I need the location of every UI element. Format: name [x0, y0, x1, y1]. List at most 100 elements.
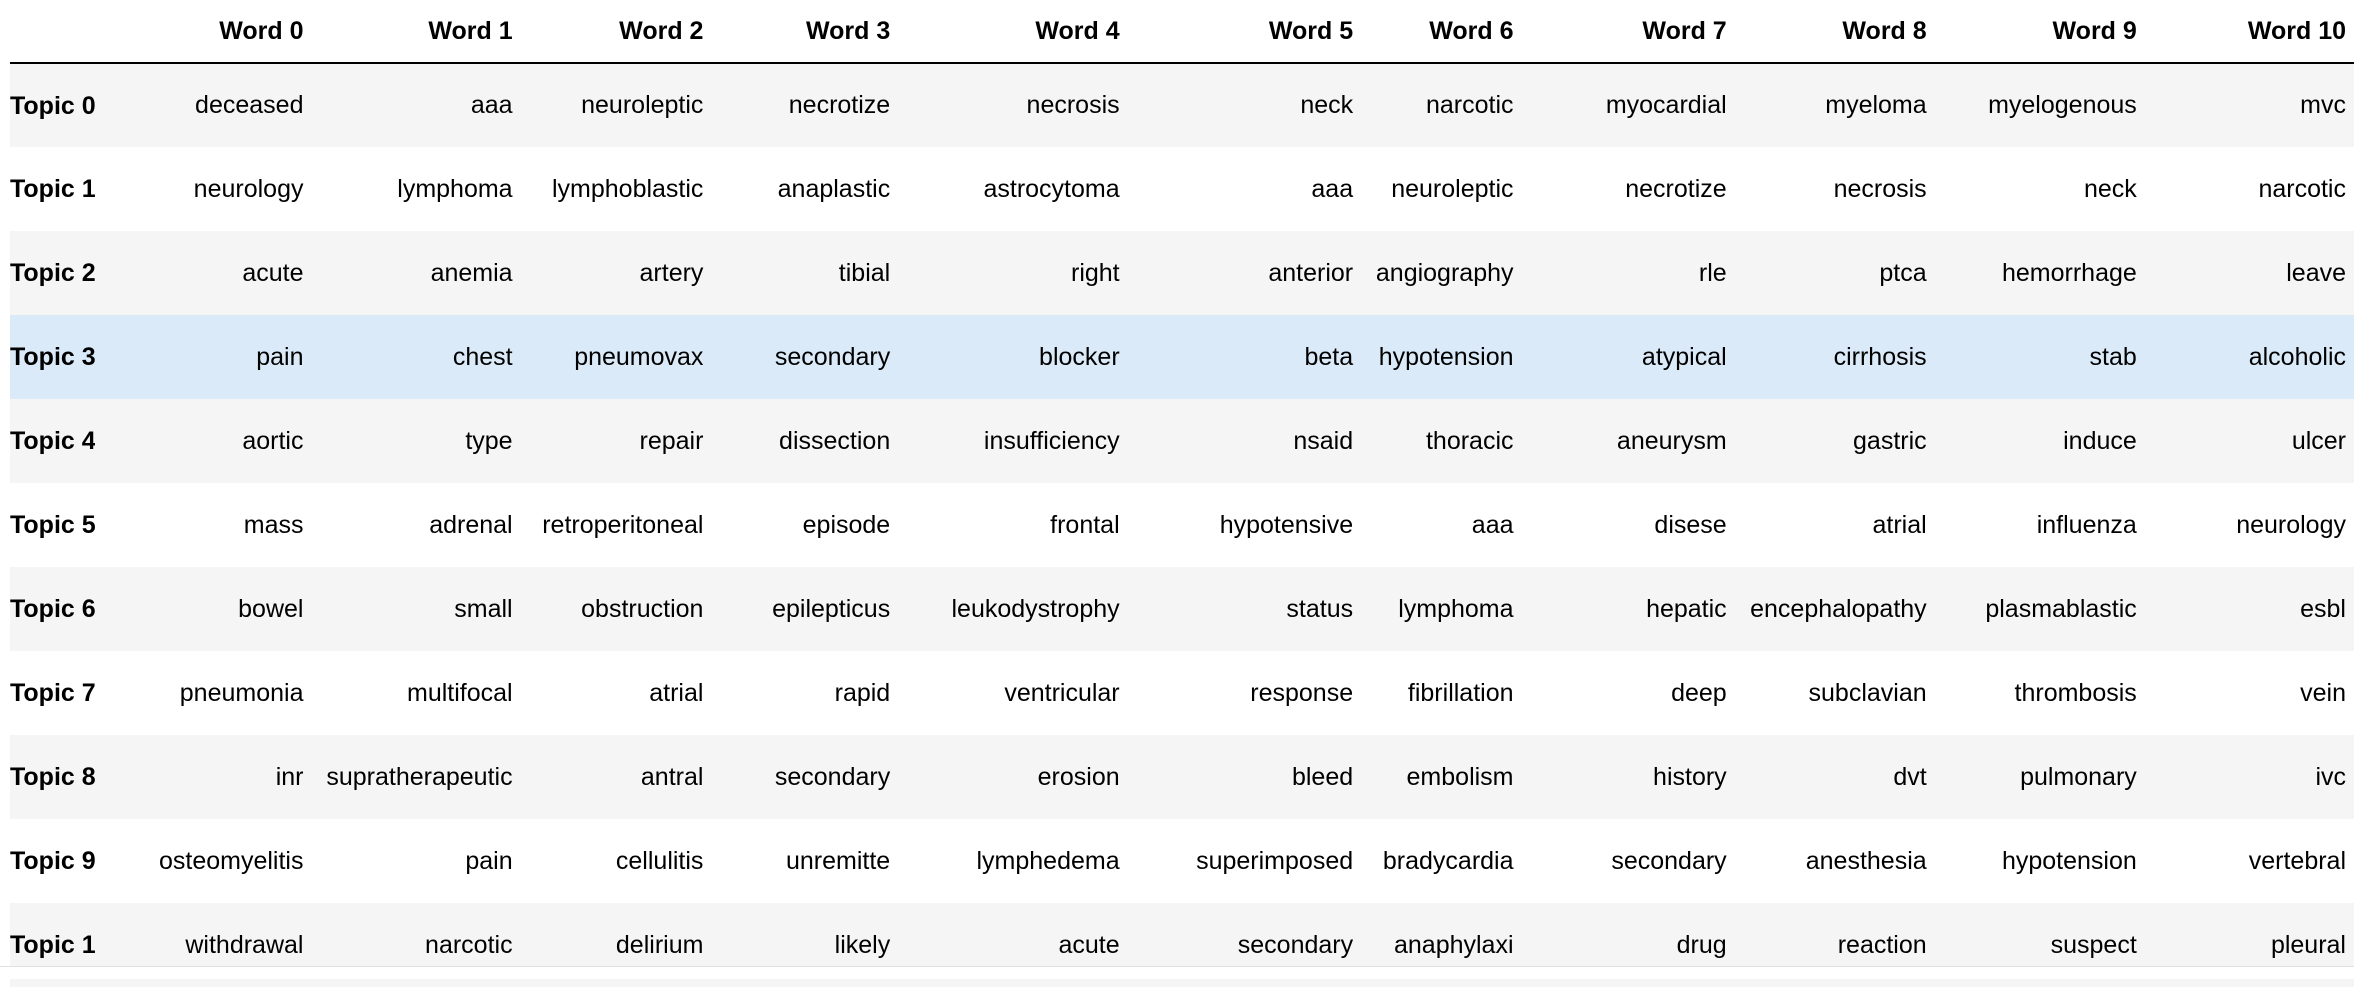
table-cell: necrotize	[1625, 174, 1727, 203]
table-cell: episode	[802, 510, 891, 539]
table-cell: embolism	[1406, 762, 1514, 791]
table-cell: hypotensive	[1219, 510, 1354, 539]
table-row: Topic 0 deceased aaa neuroleptic necrotize ne…	[10, 63, 2354, 147]
column-header-word-1: Word 1	[311, 0, 521, 64]
table-cell: induce	[2063, 426, 2137, 455]
table-cell: anemia	[430, 258, 513, 287]
table-cell: neurology	[2236, 510, 2346, 539]
table-cell: gastric	[1853, 426, 1927, 455]
table-cell: blocker	[1039, 342, 1120, 371]
table-row: Topic 9 osteomyelitis pain cellulitis unremi…	[10, 819, 2354, 903]
table-cell: ulcer	[2291, 426, 2346, 455]
table-cell: necrosis	[1833, 174, 1927, 203]
table-cell: stab	[2089, 342, 2137, 371]
topic-words-table: Word 0 Word 1 Word 2 Word 3 Word 4 Word 5 Word…	[10, 0, 2354, 987]
table-cell: disese	[1654, 510, 1727, 539]
table-cell: secondary	[1611, 846, 1727, 875]
row-header-topic: Topic 0	[10, 91, 96, 120]
column-header-word-7: Word 7	[1521, 0, 1735, 64]
table-cell: narcotic	[1425, 91, 1514, 119]
table-cell: unremitte	[786, 846, 891, 875]
table-cell: secondary	[774, 342, 891, 371]
table-cell: pain	[256, 342, 304, 371]
table-cell: pneumonia	[179, 678, 304, 707]
table-cell: hypotension	[2001, 846, 2137, 875]
table-cell: atypical	[1641, 342, 1727, 371]
column-header-word-9: Word 9	[1934, 0, 2145, 64]
table-cell: obstruction	[581, 594, 704, 623]
table-row: Topic 8 inr supratherapeutic antral secondar…	[10, 735, 2354, 819]
table-row: Topic 4 aortic type repair dissection insuffi…	[10, 399, 2354, 483]
table-cell: neuroleptic	[581, 91, 704, 119]
table-cell: atrial	[1872, 510, 1927, 539]
table-cell: pneumovax	[574, 342, 704, 371]
table-cell: insufficiency	[983, 426, 1120, 455]
table-cell: lymphoblastic	[551, 174, 704, 203]
table-cell: narcotic	[2258, 174, 2346, 203]
table-cell: inr	[275, 762, 304, 791]
table-cell: fibrillation	[1407, 678, 1514, 707]
row-header-topic: Topic 6	[10, 595, 96, 623]
table-cell: adrenal	[429, 510, 513, 539]
table-cell: dvt	[1893, 762, 1927, 791]
header-row: Word 0 Word 1 Word 2 Word 3 Word 4 Word 5 Word…	[10, 0, 2354, 64]
table-cell: thoracic	[1425, 426, 1514, 455]
table-cell: vein	[2300, 678, 2346, 707]
table-cell: angiography	[1375, 258, 1514, 287]
table-cell: frontal	[1050, 510, 1120, 539]
row-header-topic: Topic 8	[10, 763, 96, 791]
table-cell: neck	[2083, 174, 2137, 203]
table-cell: multifocal	[407, 678, 513, 707]
table-cell: cellulitis	[615, 846, 704, 875]
row-header-topic: Topic 4	[10, 427, 96, 455]
row-header-topic: Topic 2	[10, 259, 96, 287]
table-cell: anaplastic	[777, 174, 891, 203]
table-row: Topic 6 bowel small obstruction epilepticus l…	[10, 567, 2354, 651]
table-cell: beta	[1304, 342, 1354, 371]
row-header-topic: Topic 1	[10, 175, 96, 203]
table-cell: superimposed	[1196, 846, 1354, 875]
table-cell: astrocytoma	[983, 174, 1120, 203]
table-cell: myeloma	[1825, 91, 1927, 119]
table-cell: bowel	[238, 594, 304, 623]
table-cell: mvc	[2300, 91, 2346, 119]
column-header-word-0: Word 0	[95, 0, 312, 64]
table-cell: repair	[639, 426, 704, 455]
table-cell: aneurysm	[1616, 426, 1727, 455]
column-header-word-2: Word 2	[520, 0, 712, 64]
table-row: Topic 3 pain chest pneumovax secondary blocke…	[10, 315, 2354, 399]
table-cell: erosion	[1037, 762, 1120, 791]
table-cell: necrosis	[1026, 91, 1120, 119]
table-cell: history	[1653, 762, 1727, 791]
table-cell: encephalopathy	[1750, 594, 1927, 623]
table-cell: pain	[465, 846, 513, 875]
table-cell: status	[1286, 594, 1354, 623]
table-cell: atrial	[649, 678, 704, 707]
table-cell: lymphoma	[1398, 594, 1514, 623]
table-cell: type	[465, 426, 513, 455]
row-header-topic: Topic 9	[10, 847, 96, 875]
table-cell: rle	[1698, 258, 1727, 287]
table-cell: nsaid	[1293, 426, 1354, 455]
table-cell: aaa	[470, 91, 513, 119]
table-cell: aortic	[242, 426, 304, 455]
table-cell: tibial	[838, 258, 891, 287]
column-header-word-10: Word 10	[2144, 0, 2354, 64]
table-cell: deceased	[195, 91, 304, 119]
table-cell: osteomyelitis	[158, 846, 304, 875]
table-cell: myocardial	[1605, 91, 1727, 119]
table-cell: plasmablastic	[1985, 594, 2137, 623]
corner-header-cell	[10, 0, 96, 64]
table-cell: hepatic	[1646, 594, 1727, 623]
table-cell: mass	[243, 510, 304, 539]
table-cell: lymphoma	[397, 174, 513, 203]
table-row: Topic 1 neurology lymphoma lymphoblastic ana…	[10, 147, 2354, 231]
table-cell: artery	[639, 258, 704, 287]
table-cell: aaa	[1311, 174, 1354, 203]
table-cell: alcoholic	[2248, 342, 2346, 371]
table-cell: vertebral	[2248, 846, 2346, 875]
table-cell: bleed	[1291, 762, 1354, 791]
column-header-word-8: Word 8	[1734, 0, 1935, 64]
table-row: Topic 5 mass adrenal retroperitoneal episode…	[10, 483, 2354, 567]
table-cell: pulmonary	[2020, 762, 2137, 791]
